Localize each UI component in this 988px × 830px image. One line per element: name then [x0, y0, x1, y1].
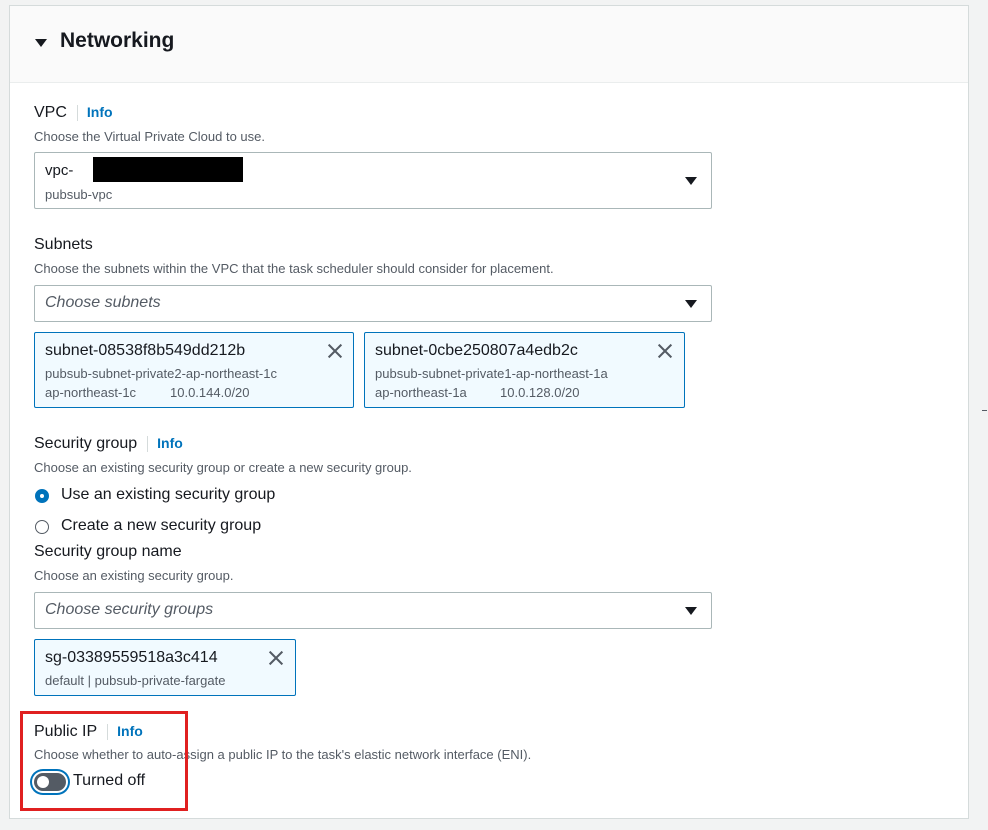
redacted-vpc-id — [93, 157, 243, 182]
vpc-value-sub: pubsub-vpc — [45, 187, 113, 202]
subnet-token-cidr: 10.0.144.0/20 — [170, 385, 250, 400]
section-header[interactable]: Networking — [10, 6, 968, 83]
security-group-name-description: Choose an existing security group. — [34, 568, 234, 583]
security-group-label: Security group — [34, 435, 138, 452]
remove-subnet-close-icon[interactable] — [327, 343, 343, 359]
dropdown-caret-icon — [685, 300, 697, 308]
subnet-token-cidr: 10.0.128.0/20 — [500, 385, 580, 400]
subnet-token-az: ap-northeast-1c — [45, 385, 137, 400]
networking-panel: Networking — [9, 5, 969, 819]
vpc-label: VPC — [34, 104, 67, 121]
subnet-token: subnet-08538f8b549dd212b pubsub-subnet-p… — [34, 332, 354, 408]
security-group-token-id: sg-03389559518a3c414 — [45, 649, 218, 666]
subnets-placeholder: Choose subnets — [45, 294, 161, 311]
subnets-description: Choose the subnets within the VPC that t… — [34, 261, 554, 276]
divider — [76, 104, 78, 121]
vpc-info-link[interactable]: Info — [87, 104, 113, 120]
radio-create-new-sg-label[interactable]: Create a new security group — [61, 517, 261, 535]
subnet-token-name: pubsub-subnet-private1-ap-northeast-1a — [375, 366, 608, 381]
remove-security-group-close-icon[interactable] — [268, 650, 284, 666]
security-group-label-row: Security group Info — [34, 435, 183, 453]
highlight-box — [20, 711, 188, 811]
subnet-token-az: ap-northeast-1a — [375, 385, 467, 400]
subnets-select[interactable]: Choose subnets — [34, 285, 712, 322]
security-groups-select[interactable]: Choose security groups — [34, 592, 712, 629]
security-group-name-label: Security group name — [34, 543, 182, 560]
security-group-description: Choose an existing security group or cre… — [34, 460, 412, 475]
section-title: Networking — [60, 29, 175, 52]
security-group-token: sg-03389559518a3c414 default | pubsub-pr… — [34, 639, 296, 696]
caret-down-icon[interactable] — [35, 39, 47, 47]
remove-subnet-close-icon[interactable] — [657, 343, 673, 359]
radio-use-existing-sg[interactable] — [35, 489, 49, 503]
subnet-token-id: subnet-08538f8b549dd212b — [45, 342, 246, 359]
subnet-token-id: subnet-0cbe250807a4edb2c — [375, 342, 578, 359]
vpc-select[interactable]: vpc- pubsub-vpc — [34, 152, 712, 209]
divider — [982, 410, 987, 411]
vpc-value: vpc- — [45, 162, 74, 179]
security-group-info-link[interactable]: Info — [157, 435, 183, 451]
dropdown-caret-icon — [685, 607, 697, 615]
radio-use-existing-sg-label[interactable]: Use an existing security group — [61, 486, 275, 504]
security-groups-placeholder: Choose security groups — [45, 601, 214, 618]
subnet-token-name: pubsub-subnet-private2-ap-northeast-1c — [45, 366, 277, 381]
divider — [147, 435, 149, 452]
subnet-token: subnet-0cbe250807a4edb2c pubsub-subnet-p… — [364, 332, 685, 408]
security-group-token-detail: default | pubsub-private-fargate — [45, 673, 226, 688]
radio-create-new-sg[interactable] — [35, 520, 49, 534]
subnets-label: Subnets — [34, 236, 93, 253]
dropdown-caret-icon — [685, 177, 697, 185]
vpc-label-row: VPC Info — [34, 104, 113, 122]
vpc-description: Choose the Virtual Private Cloud to use. — [34, 129, 266, 144]
